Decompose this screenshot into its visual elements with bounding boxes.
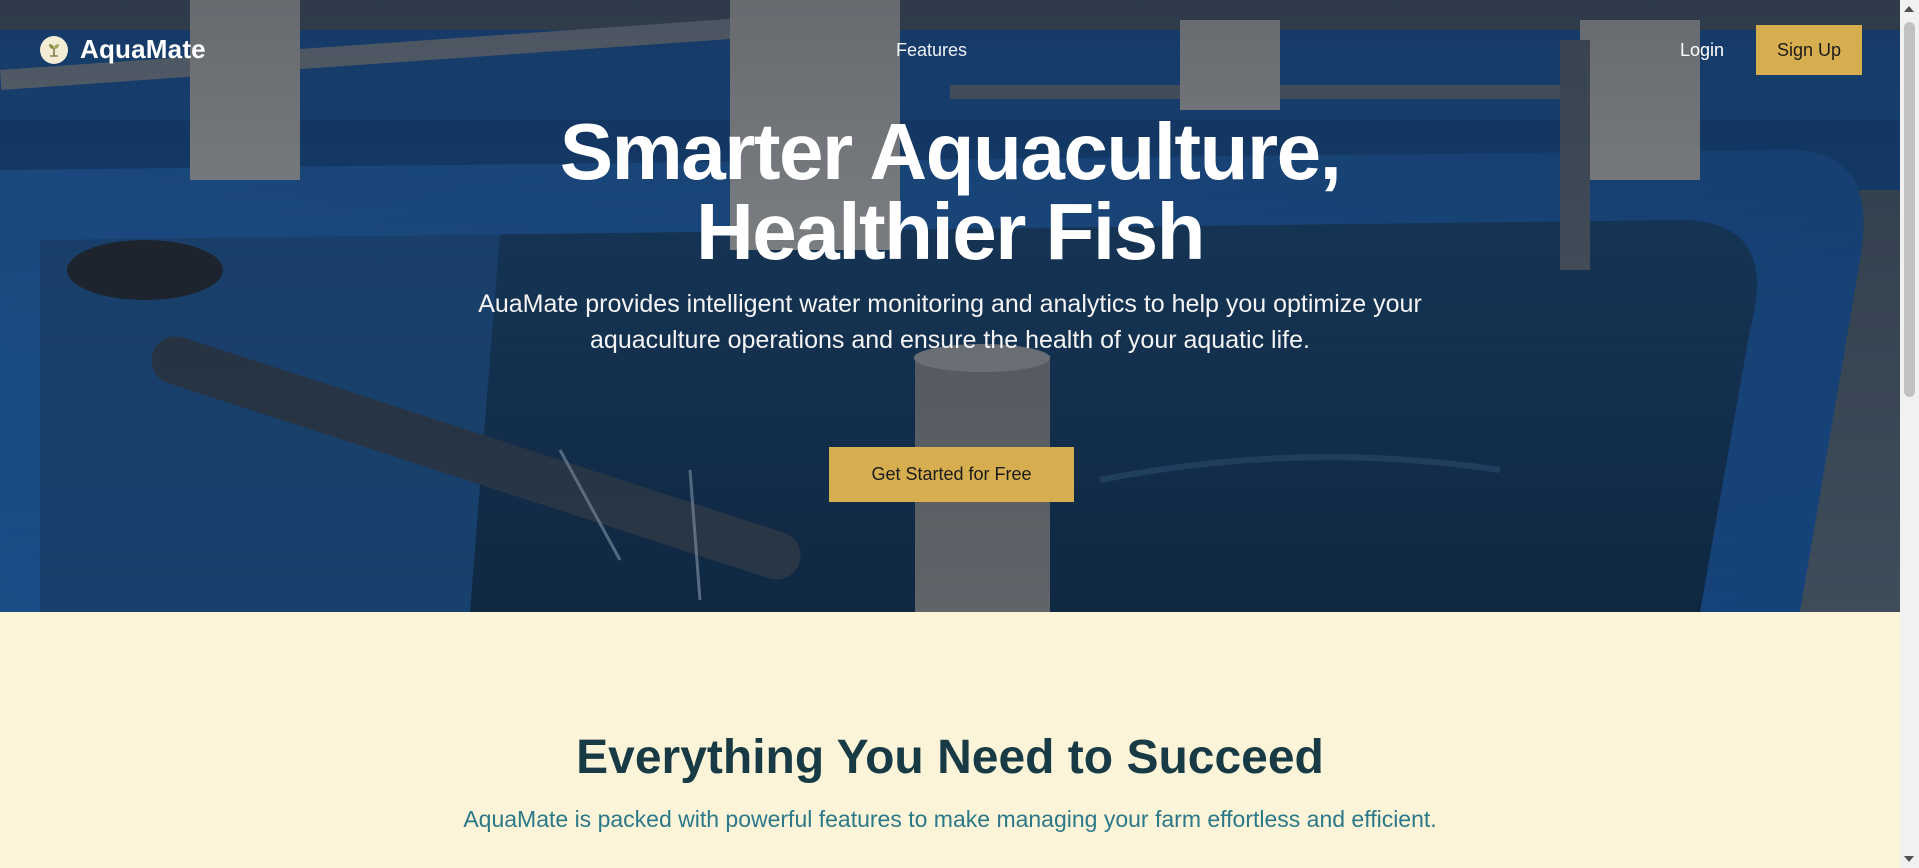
features-subtitle: AquaMate is packed with powerful feature… — [463, 806, 1437, 832]
nav-link-features[interactable]: Features — [896, 40, 967, 61]
brand[interactable]: AquaMate — [40, 34, 206, 65]
signup-button[interactable]: Sign Up — [1756, 25, 1862, 75]
brand-name: AquaMate — [80, 34, 206, 64]
top-navbar: AquaMate Features Login Sign Up — [0, 0, 1900, 100]
login-link[interactable]: Login — [1680, 40, 1724, 61]
hero-title: Smarter Aquaculture, Healthier Fish — [350, 112, 1550, 272]
scrollbar-thumb[interactable] — [1904, 22, 1915, 397]
leaf-logo-icon — [40, 35, 68, 64]
hero-title-line-1: Smarter Aquaculture, — [559, 107, 1342, 196]
landing-page: AquaMate Features Login Sign Up Smarter … — [0, 0, 1900, 868]
arrow-up-icon[interactable] — [1904, 6, 1914, 12]
features-section: Everything You Need to Succeed AquaMate … — [0, 612, 1900, 868]
features-title: Everything You Need to Succeed — [576, 731, 1324, 784]
hero-section: AquaMate Features Login Sign Up Smarter … — [0, 0, 1900, 612]
hero-title-line-2: Healthier Fish — [695, 187, 1206, 276]
vertical-scrollbar[interactable] — [1900, 0, 1919, 868]
arrow-down-icon[interactable] — [1904, 856, 1914, 862]
get-started-button[interactable]: Get Started for Free — [829, 447, 1074, 502]
hero-subtitle: AuaMate provides intelligent water monit… — [478, 290, 1422, 354]
